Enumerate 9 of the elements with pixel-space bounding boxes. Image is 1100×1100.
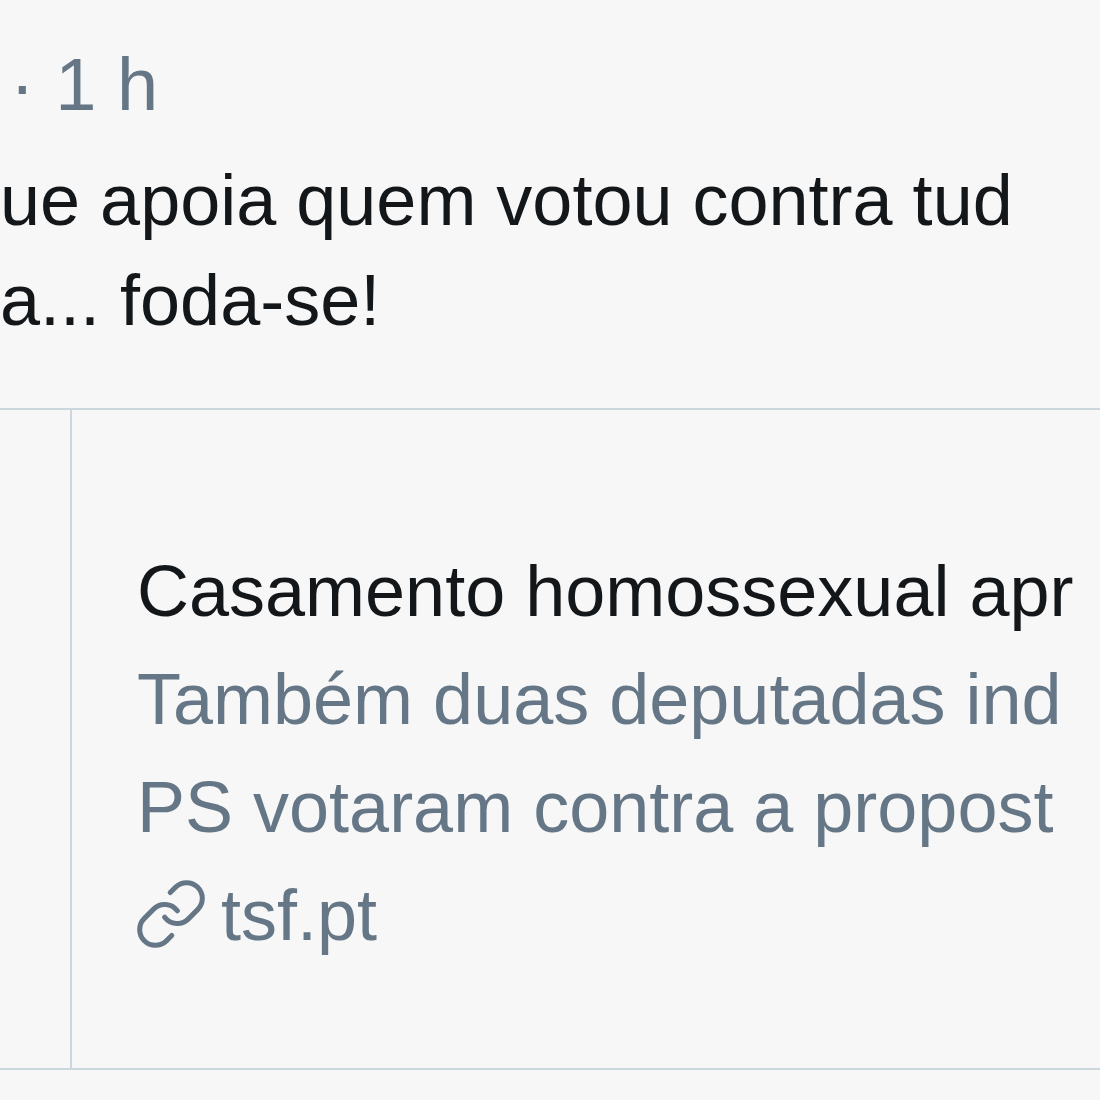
- tweet-text: ue apoia quem votou contra tud: [0, 160, 1013, 240]
- link-domain[interactable]: tsf.pt: [221, 875, 378, 955]
- link-icon: [137, 880, 205, 948]
- card-title: Casamento homossexual apr: [137, 551, 1074, 631]
- tweet-text: a... foda-se!: [0, 260, 381, 340]
- timestamp[interactable]: · 1 h: [10, 43, 159, 126]
- link-card[interactable]: Casamento homossexual apr Também duas deputadas ind PS votaram contra a propost tsf.pt: [0, 408, 1100, 1070]
- card-description: Também duas deputadas ind: [137, 659, 1062, 739]
- card-description: PS votaram contra a propost: [137, 767, 1054, 847]
